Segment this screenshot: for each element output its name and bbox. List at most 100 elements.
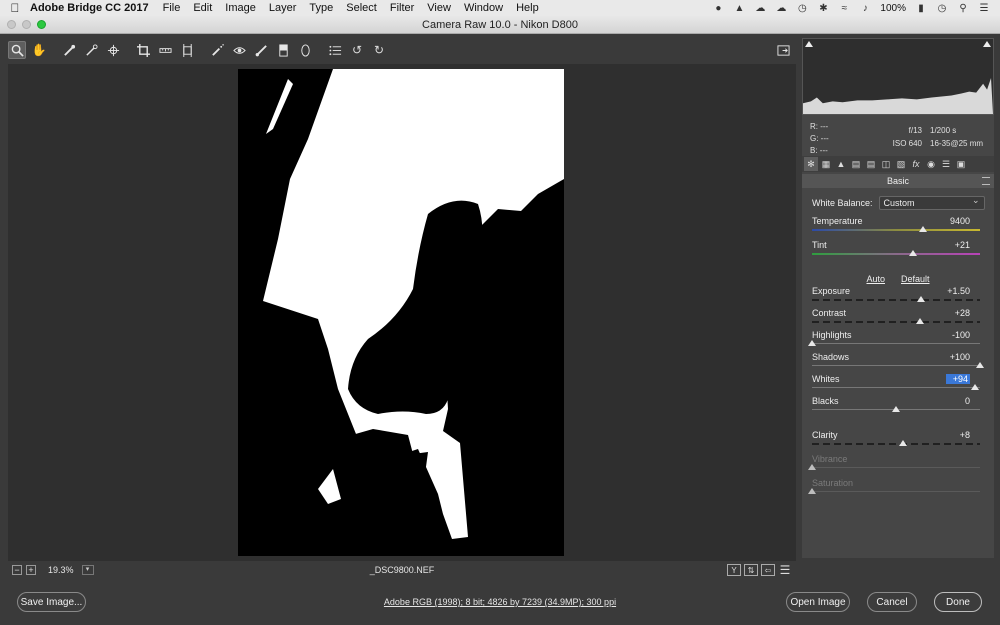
clarity-slider[interactable]: Clarity +8 <box>812 430 980 450</box>
notification-center-icon[interactable]: ☰ <box>978 3 990 14</box>
rotate-left-icon[interactable]: ↺ <box>348 41 366 59</box>
menu-view[interactable]: View <box>427 2 451 14</box>
copy-settings-icon[interactable]: ⇦ <box>761 564 775 576</box>
split-toning-tab-icon[interactable]: ▤ <box>864 157 878 171</box>
workflow-options-link[interactable]: Adobe RGB (1998); 8 bit; 4826 by 7239 (3… <box>0 597 1000 607</box>
slider-value[interactable]: +21 <box>946 240 970 250</box>
time-machine-icon[interactable]: ◷ <box>796 3 808 14</box>
slider-value[interactable]: 9400 <box>946 216 970 226</box>
apple-menu-icon[interactable]:  <box>0 1 30 15</box>
slider-value[interactable]: +100 <box>946 352 970 362</box>
effects-tab-icon[interactable]: fx <box>909 157 923 171</box>
menu-file[interactable]: File <box>163 2 181 14</box>
color-sampler-tool-icon[interactable] <box>82 41 100 59</box>
temperature-slider[interactable]: Temperature 9400 <box>812 216 980 236</box>
slider-value[interactable]: +8 <box>946 430 970 440</box>
slider-value-selected[interactable]: +94 <box>946 374 970 384</box>
clock-icon[interactable]: ◷ <box>936 3 948 14</box>
snapshots-tab-icon[interactable]: ▣ <box>954 157 968 171</box>
highlight-clipping-icon[interactable] <box>983 41 991 47</box>
basic-tab-icon[interactable]: ✻ <box>804 157 818 171</box>
whites-slider[interactable]: Whites +94 <box>812 374 980 394</box>
tint-slider[interactable]: Tint +21 <box>812 240 980 260</box>
view-settings-icon[interactable]: ☰ <box>778 563 792 577</box>
image-preview-area[interactable] <box>8 64 796 561</box>
shadows-slider[interactable]: Shadows +100 <box>812 352 984 372</box>
straighten-tool-icon[interactable] <box>156 41 174 59</box>
auto-button[interactable]: Auto <box>866 274 885 284</box>
exposure-slider[interactable]: Exposure +1.50 <box>812 286 980 306</box>
menu-edit[interactable]: Edit <box>193 2 212 14</box>
app-name-menu[interactable]: Adobe Bridge CC 2017 <box>30 2 149 14</box>
zoom-tool-icon[interactable] <box>8 41 26 59</box>
detail-tab-icon[interactable]: ▲ <box>834 157 848 171</box>
menu-type[interactable]: Type <box>309 2 333 14</box>
hand-tool-icon[interactable]: ✋ <box>30 41 48 59</box>
default-button[interactable]: Default <box>901 274 930 284</box>
slider-thumb[interactable] <box>970 384 979 390</box>
slider-value[interactable]: -100 <box>946 330 970 340</box>
window-close-button[interactable] <box>7 20 16 29</box>
tone-curve-tab-icon[interactable]: ▦ <box>819 157 833 171</box>
slider-track[interactable] <box>812 387 980 388</box>
slider-track[interactable] <box>812 365 980 366</box>
blacks-slider[interactable]: Blacks 0 <box>812 396 980 416</box>
slider-value[interactable]: +28 <box>946 308 970 318</box>
window-minimize-button[interactable] <box>22 20 31 29</box>
wifi-icon[interactable]: ≈ <box>838 3 850 14</box>
transform-tool-icon[interactable] <box>178 41 196 59</box>
slider-thumb[interactable] <box>917 296 926 302</box>
white-balance-select[interactable]: Custom <box>878 194 985 210</box>
slider-value[interactable]: +1.50 <box>946 286 970 296</box>
contrast-slider[interactable]: Contrast +28 <box>812 308 980 328</box>
done-button[interactable]: Done <box>934 592 982 612</box>
zoom-out-button[interactable]: − <box>12 565 22 575</box>
radial-filter-icon[interactable] <box>296 41 314 59</box>
sync-icon[interactable]: ☁ <box>775 3 787 14</box>
graduated-filter-icon[interactable] <box>274 41 292 59</box>
hsl-tab-icon[interactable]: ▤ <box>849 157 863 171</box>
transform-tab-icon[interactable]: ▧ <box>894 157 908 171</box>
lens-corrections-tab-icon[interactable]: ◫ <box>879 157 893 171</box>
creative-cloud-icon[interactable]: ● <box>712 3 724 14</box>
slider-thumb[interactable] <box>908 250 917 256</box>
slider-thumb[interactable] <box>918 226 927 232</box>
swap-settings-icon[interactable]: ⇅ <box>744 564 758 576</box>
fullscreen-toggle-icon[interactable] <box>774 41 792 59</box>
zoom-dropdown[interactable]: ▾ <box>81 565 94 575</box>
spot-removal-tool-icon[interactable] <box>208 41 226 59</box>
menu-layer[interactable]: Layer <box>269 2 297 14</box>
open-image-button[interactable]: Open Image <box>786 592 850 612</box>
slider-track[interactable] <box>812 321 980 323</box>
location-icon[interactable]: ▲ <box>733 3 745 14</box>
volume-icon[interactable]: ♪ <box>859 3 871 14</box>
cancel-button[interactable]: Cancel <box>867 592 917 612</box>
spotlight-search-icon[interactable]: ⚲ <box>957 3 969 14</box>
slider-track[interactable] <box>812 443 980 445</box>
panel-menu-icon[interactable] <box>982 177 990 185</box>
preferences-list-icon[interactable] <box>326 41 344 59</box>
white-balance-tool-icon[interactable] <box>60 41 78 59</box>
menu-image[interactable]: Image <box>225 2 256 14</box>
zoom-in-button[interactable]: + <box>26 565 36 575</box>
rotate-right-icon[interactable]: ↻ <box>370 41 388 59</box>
slider-track[interactable] <box>812 299 980 301</box>
slider-track[interactable] <box>812 253 980 255</box>
crop-tool-icon[interactable] <box>134 41 152 59</box>
battery-icon[interactable]: ▮ <box>915 3 927 14</box>
preview-image[interactable] <box>238 69 564 556</box>
before-after-icon[interactable]: Y <box>727 564 741 576</box>
slider-track[interactable] <box>812 229 980 231</box>
menu-select[interactable]: Select <box>346 2 377 14</box>
presets-tab-icon[interactable]: ☰ <box>939 157 953 171</box>
menu-window[interactable]: Window <box>464 2 503 14</box>
slider-thumb[interactable] <box>808 340 816 346</box>
slider-thumb[interactable] <box>976 362 984 368</box>
shadow-clipping-icon[interactable] <box>805 41 813 47</box>
highlights-slider[interactable]: Highlights -100 <box>808 330 980 350</box>
slider-thumb[interactable] <box>915 318 924 324</box>
slider-thumb[interactable] <box>898 440 907 446</box>
red-eye-tool-icon[interactable] <box>230 41 248 59</box>
slider-track[interactable] <box>812 343 980 344</box>
targeted-adjustment-tool-icon[interactable] <box>104 41 122 59</box>
